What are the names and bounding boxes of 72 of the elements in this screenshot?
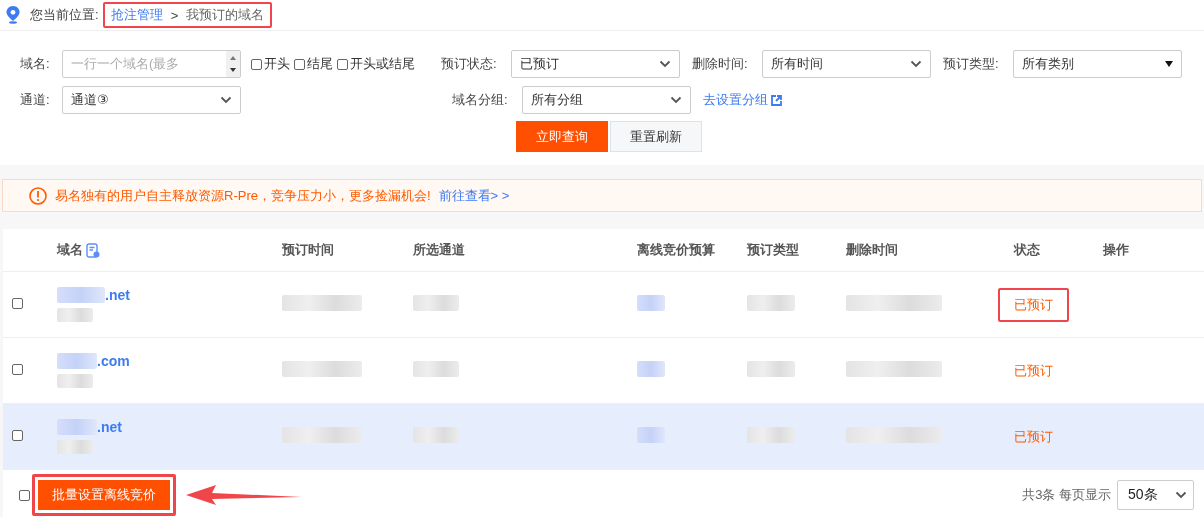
breadcrumb-current: 我预订的域名 — [186, 6, 265, 24]
status-text: 已预订 — [1013, 361, 1054, 380]
bulk-bid-button[interactable]: 批量设置离线竞价 — [38, 480, 170, 510]
status-text: 已预订 — [1013, 427, 1054, 446]
checkbox-label: 结尾 — [307, 55, 333, 73]
row-checkbox[interactable] — [12, 364, 23, 375]
redacted-text — [413, 361, 459, 377]
chevron-down-icon — [910, 60, 922, 68]
group-settings-link[interactable]: 去设置分组 — [703, 91, 782, 109]
row-checkbox[interactable] — [12, 298, 23, 309]
checkbox[interactable] — [294, 58, 305, 70]
column-header: 删除时间 — [846, 241, 898, 259]
redacted-text — [57, 353, 97, 369]
column-header: 操作 — [1103, 241, 1129, 259]
breadcrumb-link[interactable]: 抢注管理 — [110, 6, 163, 24]
redacted-text — [637, 295, 665, 311]
checkbox[interactable] — [251, 58, 262, 70]
redacted-text — [57, 419, 97, 435]
delete-time-label: 删除时间: — [692, 55, 749, 73]
domain-link[interactable]: .net — [105, 287, 130, 303]
channel-label: 通道: — [19, 91, 51, 109]
pagination-info: 共3条 每页显示 — [1022, 486, 1111, 504]
redacted-text — [413, 295, 459, 311]
alert-icon — [29, 186, 47, 205]
type-label: 预订类型: — [943, 55, 1000, 73]
redacted-text — [57, 287, 105, 303]
search-button[interactable]: 立即查询 — [516, 121, 608, 152]
delete-time-select[interactable]: 所有时间 — [762, 50, 931, 78]
column-header: 所选通道 — [413, 241, 465, 259]
status-select[interactable]: 已预订 — [511, 50, 680, 78]
triangle-down-icon — [1165, 61, 1173, 67]
redacted-text — [747, 361, 795, 377]
chevron-down-icon — [220, 96, 232, 104]
chevron-down-icon — [1175, 491, 1187, 499]
redacted-text — [747, 427, 795, 443]
chevron-down-icon — [659, 60, 671, 68]
column-header: 离线竞价预算 — [637, 241, 715, 259]
redacted-text — [57, 374, 93, 388]
checkbox-label: 开头 — [264, 55, 290, 73]
column-header: 域名 — [57, 241, 83, 259]
channel-select[interactable]: 通道③ — [62, 86, 241, 114]
row-checkbox[interactable] — [12, 430, 23, 441]
type-select[interactable]: 所有类别 — [1013, 50, 1182, 78]
document-icon[interactable] — [86, 242, 100, 258]
domain-label: 域名: — [19, 55, 51, 73]
external-link-icon — [771, 94, 782, 106]
breadcrumb-separator: > — [170, 7, 179, 23]
select-all-checkbox[interactable] — [19, 489, 30, 501]
notice-text: 易名独有的用户自主释放资源R-Pre，竞争压力小，更多捡漏机会! — [55, 186, 431, 205]
redacted-text — [57, 308, 93, 322]
column-header: 预订类型 — [747, 241, 799, 259]
domain-link[interactable]: .net — [97, 419, 122, 435]
checkbox[interactable] — [337, 58, 348, 70]
reset-button[interactable]: 重置刷新 — [610, 121, 702, 152]
status-text: 已预订 — [998, 287, 1069, 322]
column-header: 预订时间 — [282, 241, 334, 259]
chevron-down-icon — [670, 96, 682, 104]
redacted-text — [747, 295, 795, 311]
notice-link[interactable]: 前往查看> > — [438, 186, 510, 205]
column-header: 状态 — [1014, 241, 1040, 259]
domain-link[interactable]: .com — [97, 353, 130, 369]
group-label: 域名分组: — [452, 91, 509, 109]
redacted-text — [637, 361, 665, 377]
group-select[interactable]: 所有分组 — [522, 86, 691, 114]
checkbox-label: 开头或结尾 — [350, 55, 415, 73]
redacted-text — [57, 440, 93, 454]
page-size-select[interactable]: 50条 — [1117, 480, 1194, 510]
redacted-text — [413, 427, 459, 443]
location-pin-icon — [6, 6, 20, 24]
location-label: 您当前位置: — [30, 6, 99, 24]
status-label: 预订状态: — [441, 55, 498, 73]
redacted-text — [637, 427, 665, 443]
